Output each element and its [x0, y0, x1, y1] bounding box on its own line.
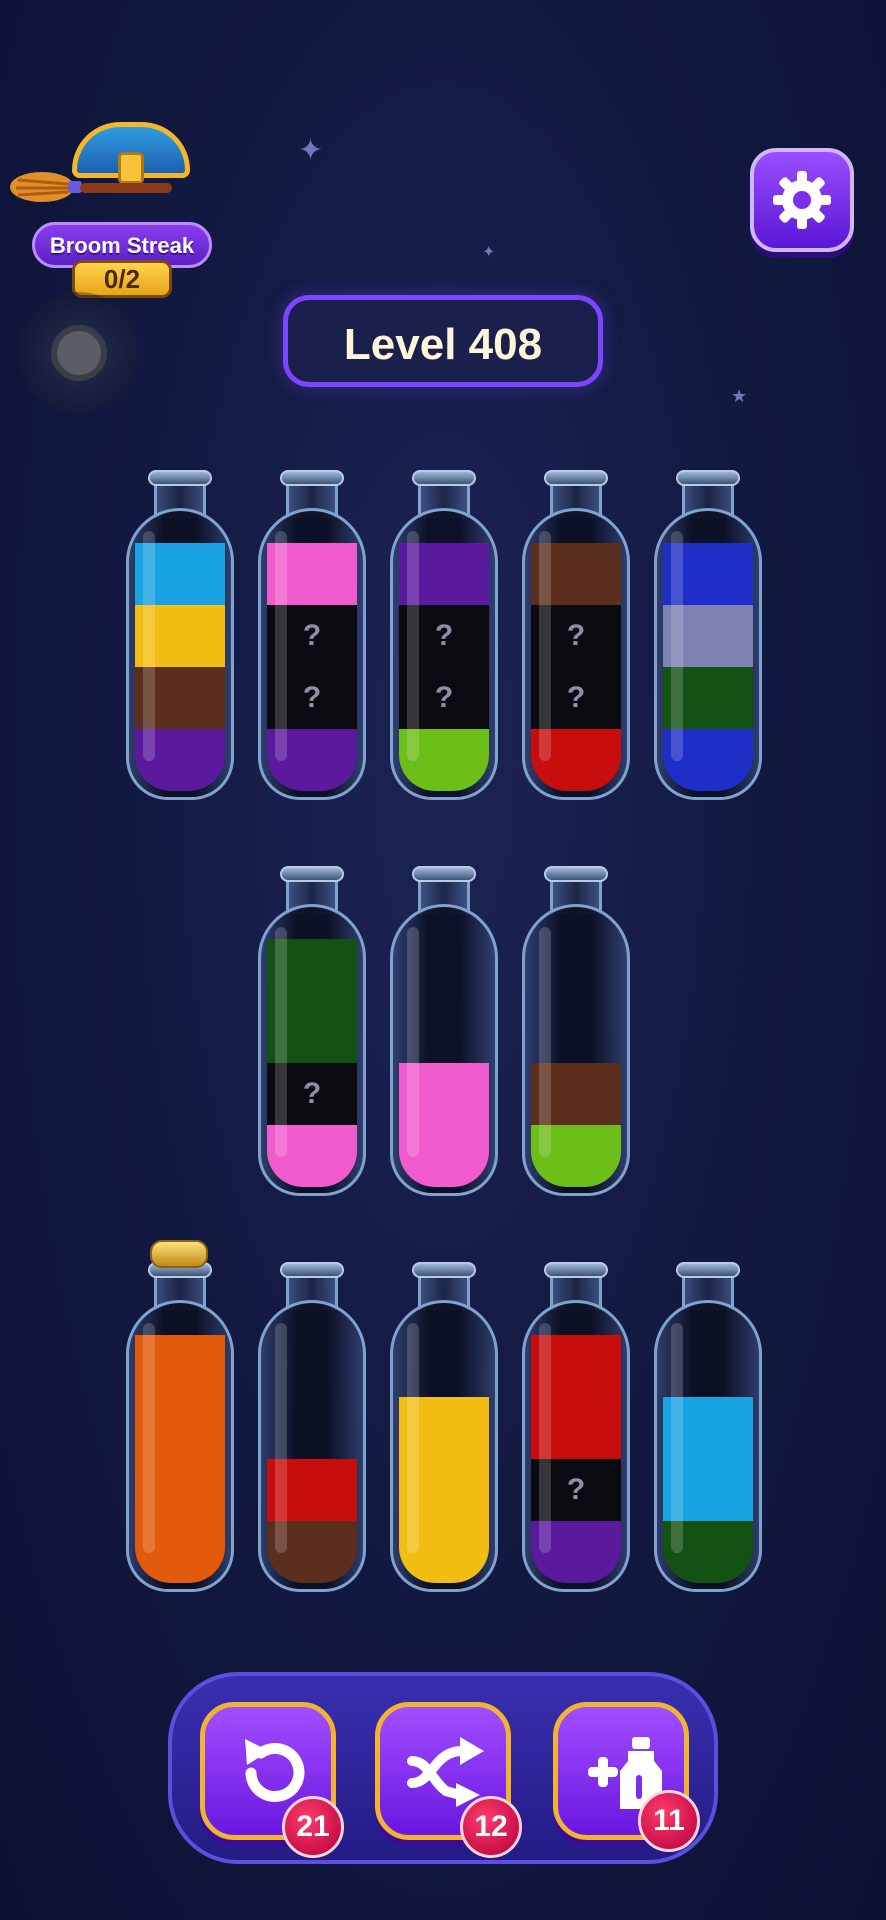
bottle-rim: [676, 1262, 740, 1278]
bottle-rim: [412, 866, 476, 882]
joystick-knob[interactable]: [51, 325, 107, 381]
bottle[interactable]: [126, 470, 234, 802]
bottle[interactable]: [654, 1262, 762, 1594]
floating-joystick[interactable]: [18, 292, 140, 414]
glass-shine: [539, 927, 551, 1157]
bottle-body: [126, 508, 234, 800]
broom-streak-label: Broom Streak: [49, 233, 195, 258]
star-decoration: ★: [731, 386, 748, 407]
bottle-rim: [280, 866, 344, 882]
gear-icon: [773, 171, 831, 229]
undo-count-badge: 21: [282, 1796, 344, 1858]
bottle[interactable]: ??: [390, 470, 498, 802]
glass-shine: [143, 531, 155, 761]
add-bottle-count-badge: 11: [638, 1790, 700, 1852]
bottle[interactable]: [654, 470, 762, 802]
bottle-body: ??: [522, 508, 630, 800]
bottle-rim: [544, 1262, 608, 1278]
glass-shine: [671, 531, 683, 761]
bottle-body: ?: [522, 1300, 630, 1592]
bottle-body: [390, 904, 498, 1196]
bottle-body: [654, 508, 762, 800]
bottle-rim: [280, 470, 344, 486]
bottle-rim: [280, 1262, 344, 1278]
glass-shine: [275, 927, 287, 1157]
glass-shine: [539, 531, 551, 761]
bottle[interactable]: ??: [522, 470, 630, 802]
bottle[interactable]: [522, 866, 630, 1198]
bottle-body: [390, 1300, 498, 1592]
broom-streak-widget[interactable]: Broom Streak 0/2: [10, 118, 212, 303]
bottle[interactable]: [126, 1240, 234, 1594]
bottle[interactable]: ??: [258, 470, 366, 802]
bottle[interactable]: [390, 866, 498, 1198]
glass-shine: [275, 531, 287, 761]
bottle[interactable]: ?: [522, 1262, 630, 1594]
level-banner: Level 408: [283, 295, 603, 387]
star-decoration: ✦: [482, 242, 496, 261]
bottle-rim: [412, 470, 476, 486]
bottle-body: ??: [258, 508, 366, 800]
broom-icon: [10, 172, 172, 202]
bottle-rim: [676, 470, 740, 486]
bottle-rim: [544, 470, 608, 486]
shuffle-count-badge: 12: [460, 1796, 522, 1858]
glass-shine: [407, 1323, 419, 1553]
bottle-body: [522, 904, 630, 1196]
bottle-body: ?: [258, 904, 366, 1196]
bottle[interactable]: [258, 1262, 366, 1594]
glass-shine: [275, 1323, 287, 1553]
bottle-rim: [148, 470, 212, 486]
settings-button[interactable]: [750, 148, 854, 252]
glass-shine: [539, 1323, 551, 1553]
level-title: Level 408: [343, 320, 543, 369]
glass-shine: [407, 927, 419, 1157]
star-decoration: ✦: [298, 133, 324, 168]
bottle-body: ??: [390, 508, 498, 800]
bottle-rim: [544, 866, 608, 882]
bottle[interactable]: ?: [258, 866, 366, 1198]
glass-shine: [671, 1323, 683, 1553]
bottle-rim: [412, 1262, 476, 1278]
bottle-body: [258, 1300, 366, 1592]
bottle[interactable]: [390, 1262, 498, 1594]
bottle-body: [654, 1300, 762, 1592]
glass-shine: [143, 1323, 155, 1553]
bottle-cork-icon: [150, 1240, 208, 1268]
bottle-body: [126, 1300, 234, 1592]
glass-shine: [407, 531, 419, 761]
